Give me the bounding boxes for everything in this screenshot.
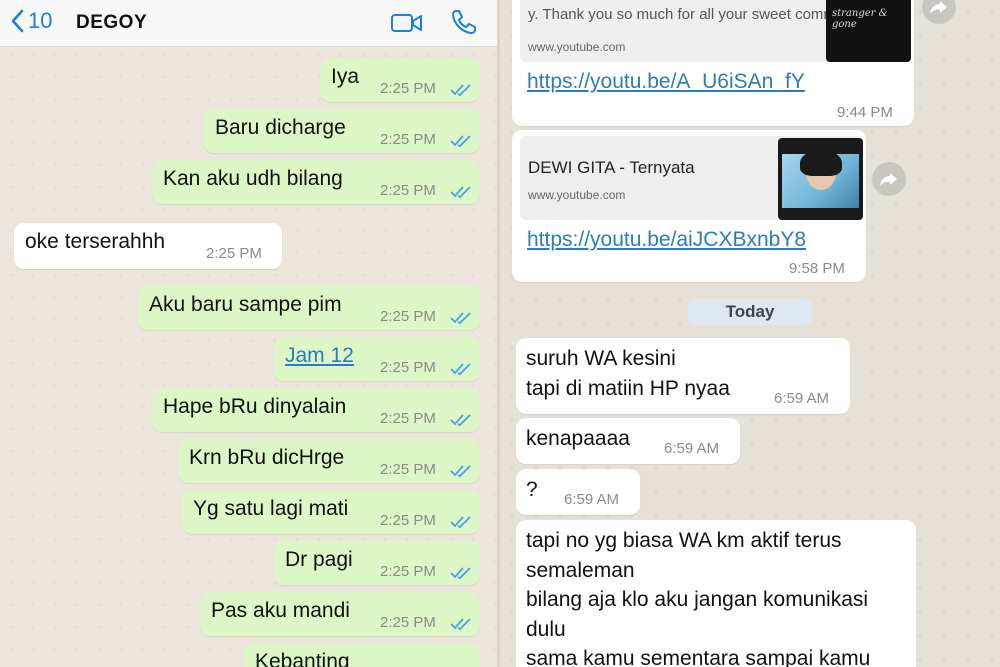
message-text: kenapaaaa [526, 427, 630, 450]
message-text: oke terserahhh [25, 230, 166, 253]
outgoing-message[interactable]: Hape bRu dinyalain 2:25 PM [152, 388, 480, 432]
video-call-icon[interactable] [390, 12, 424, 34]
right-chat-screenshot: y. Thank you so much for all your sweet … [500, 0, 1000, 667]
thumbnail-caption: stranger & gone [832, 8, 888, 30]
chat-header: 10 DEGOY [0, 0, 500, 47]
double-check-icon [450, 567, 471, 580]
forward-button-1[interactable] [922, 0, 956, 24]
incoming-message[interactable]: oke terserahhh 2:25 PM [14, 223, 282, 269]
message-time: 2:25 PM [380, 308, 436, 325]
outgoing-message[interactable]: Kan aku udh bilang 2:25 PM [152, 160, 480, 204]
message-text: tapi no yg biasa WA km aktif terus semal… [526, 529, 871, 667]
message-text: suruh WA kesini tapi di matiin HP nyaa [526, 347, 730, 400]
message-text: Hape bRu dinyalain [163, 395, 347, 418]
message-text: Baru dicharge [215, 116, 346, 139]
message-time: 2:25 PM [206, 245, 262, 262]
link-message-1[interactable]: y. Thank you so much for all your sweet … [512, 0, 914, 126]
incoming-message[interactable]: ? 6:59 AM [516, 469, 640, 515]
incoming-message[interactable]: kenapaaaa 6:59 AM [516, 418, 740, 464]
outgoing-message[interactable]: Pas aku mandi 2:25 PM [200, 592, 480, 636]
double-check-icon [450, 516, 471, 529]
outgoing-message[interactable]: Dr pagi 2:25 PM [274, 541, 480, 585]
link-preview-title: DEWI GITA - Ternyata [528, 158, 695, 177]
link-preview-domain: www.youtube.com [528, 188, 626, 202]
message-text: Aku baru sampe pim [149, 293, 342, 316]
message-time: 2:25 PM [380, 410, 436, 427]
message-link[interactable]: Jam 12 [285, 344, 354, 368]
message-time: 2:25 PM [380, 563, 436, 580]
link-preview-card-2[interactable]: DEWI GITA - Ternyata www.youtube.com [520, 136, 863, 220]
back-button[interactable]: 10 [10, 8, 52, 34]
outgoing-message[interactable]: Aku baru sampe pim 2:25 PM [138, 286, 480, 330]
message-text: Iya [331, 65, 360, 88]
message-text: Kan aku udh bilang [163, 167, 343, 190]
contact-name[interactable]: DEGOY [76, 12, 147, 34]
link-preview-text: y. Thank you so much for all your sweet … [528, 6, 828, 23]
phone-call-icon[interactable] [450, 8, 478, 36]
double-check-icon [450, 465, 471, 478]
message-time: 2:25 PM [380, 461, 436, 478]
double-check-icon [450, 363, 471, 376]
link-preview-domain: www.youtube.com [528, 40, 626, 54]
forward-icon [930, 1, 947, 14]
chevron-left-icon [11, 9, 24, 33]
video-thumbnail-2 [778, 138, 863, 220]
outgoing-message[interactable]: Iya 2:25 PM [320, 58, 480, 102]
forward-icon [880, 173, 897, 186]
outgoing-message[interactable]: Jam 12 2:25 PM [274, 337, 480, 381]
outgoing-message[interactable]: Kebanting [244, 643, 480, 667]
double-check-icon [450, 618, 471, 631]
outgoing-message[interactable]: Yg satu lagi mati 2:25 PM [182, 490, 480, 534]
message-text: ? [526, 478, 538, 501]
outgoing-message[interactable]: Baru dicharge 2:25 PM [204, 109, 480, 153]
youtube-link-2[interactable]: https://youtu.be/aiJCXBxnbY8 [527, 228, 806, 252]
incoming-message[interactable]: tapi no yg biasa WA km aktif terus semal… [516, 520, 916, 667]
message-text: Dr pagi [285, 548, 353, 571]
left-chat-screenshot: 10 DEGOY Iya 2:25 PM Baru dicharge 2:25 PM K… [0, 0, 500, 667]
outgoing-message[interactable]: Krn bRu dicHrge 2:25 PM [178, 439, 480, 483]
double-check-icon [450, 186, 471, 199]
double-check-icon [450, 414, 471, 427]
message-text: Pas aku mandi [211, 599, 350, 622]
message-time: 2:25 PM [380, 512, 436, 529]
message-text: Krn bRu dicHrge [189, 446, 345, 469]
link-message-2[interactable]: DEWI GITA - Ternyata www.youtube.com htt… [512, 130, 866, 282]
message-text: Kebanting [255, 650, 350, 667]
incoming-message[interactable]: suruh WA kesini tapi di matiin HP nyaa 6:… [516, 338, 850, 414]
message-text: Yg satu lagi mati [193, 497, 349, 520]
message-time: 6:59 AM [664, 440, 720, 457]
message-time: 2:25 PM [380, 359, 436, 376]
message-time: 9:58 PM [789, 260, 845, 277]
double-check-icon [450, 135, 471, 148]
message-time: 6:59 AM [564, 491, 620, 508]
forward-button-2[interactable] [872, 162, 906, 196]
double-check-icon [450, 312, 471, 325]
date-divider: Today [688, 299, 812, 325]
video-thumbnail-1: stranger & gone [826, 0, 911, 62]
message-time: 2:25 PM [380, 614, 436, 631]
message-time: 2:25 PM [380, 131, 436, 148]
message-time: 6:59 AM [774, 390, 830, 407]
message-time: 2:25 PM [380, 182, 436, 199]
youtube-link-1[interactable]: https://youtu.be/A_U6iSAn_fY [527, 70, 805, 94]
message-time: 2:25 PM [380, 80, 436, 97]
message-time: 9:44 PM [837, 104, 893, 121]
link-preview-card-1[interactable]: y. Thank you so much for all your sweet … [520, 0, 911, 62]
double-check-icon [450, 84, 471, 97]
back-unread-count: 10 [28, 8, 53, 33]
